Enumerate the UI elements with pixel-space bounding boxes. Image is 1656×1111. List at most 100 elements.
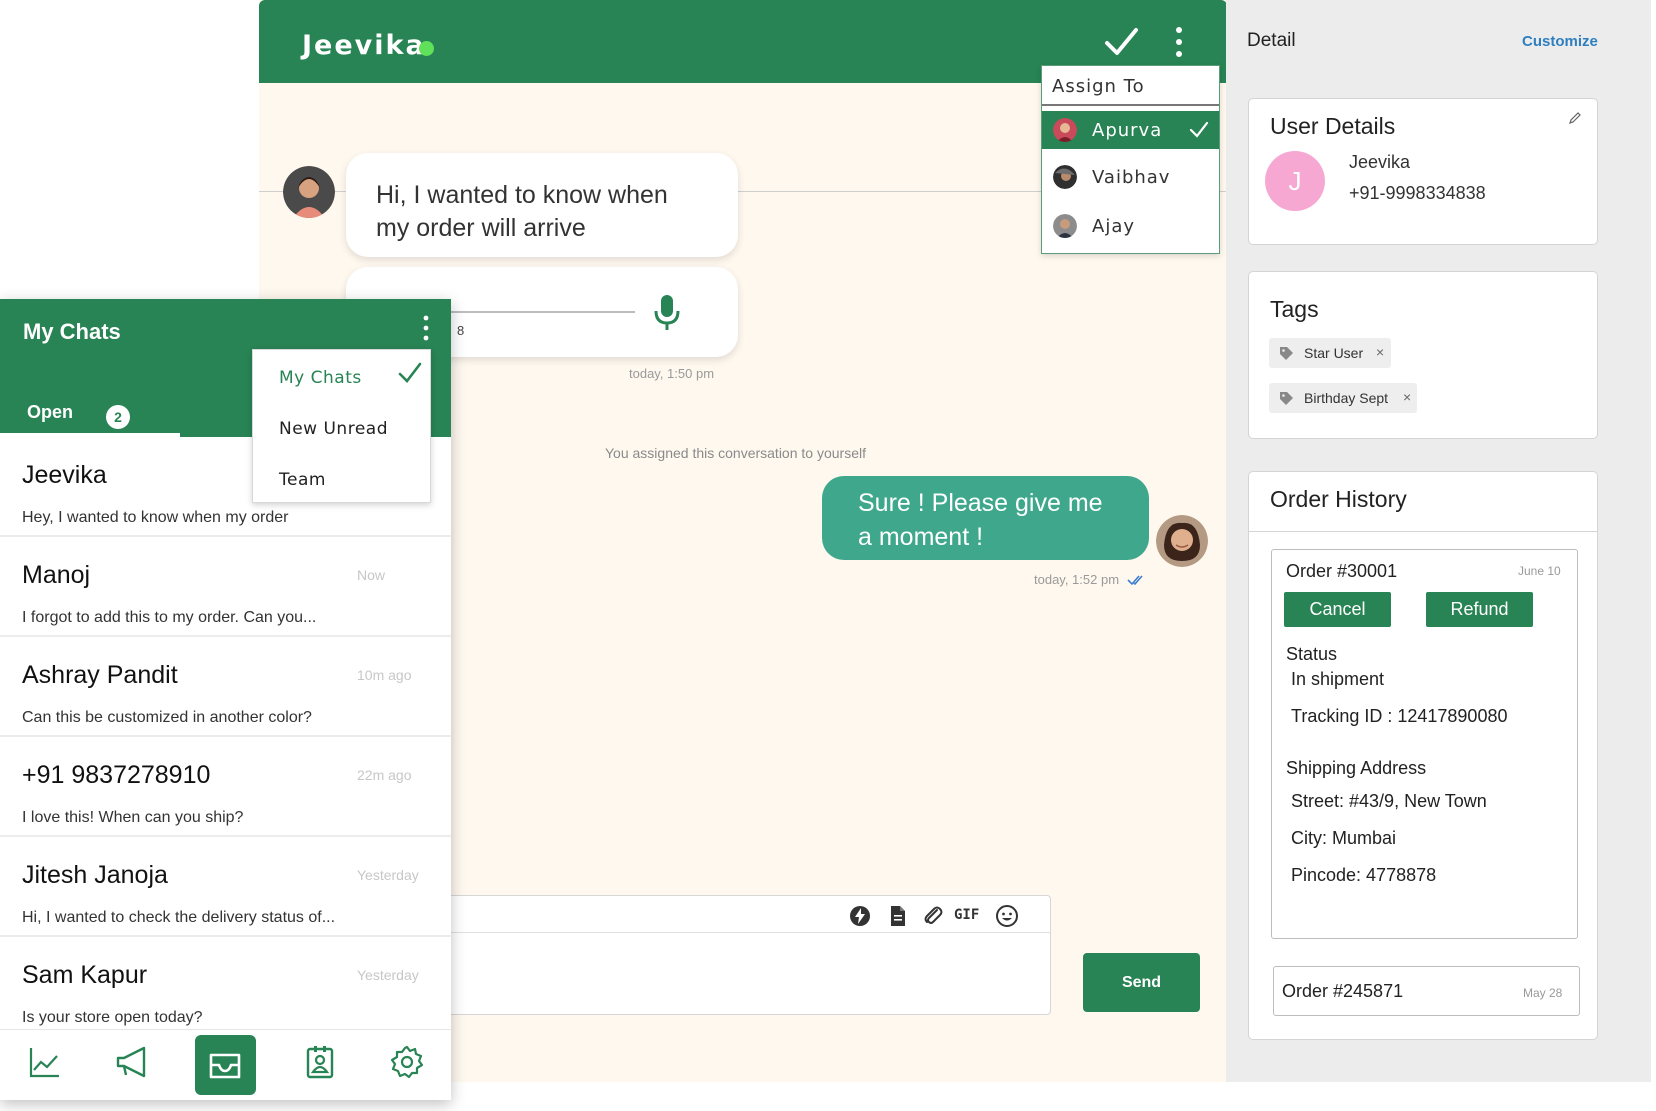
conversation-preview: I love this! When can you ship? bbox=[22, 809, 244, 826]
status-value: In shipment bbox=[1291, 669, 1385, 689]
customize-link[interactable]: Customize bbox=[1522, 33, 1598, 50]
attachment-icon[interactable] bbox=[921, 904, 945, 928]
user-details-card: User Details J Jeevika +91-9998334838 bbox=[1248, 98, 1598, 245]
tab-open[interactable]: Open bbox=[27, 402, 73, 423]
conversation-time: Yesterday bbox=[357, 967, 419, 983]
user-avatar: J bbox=[1265, 151, 1325, 211]
gif-icon[interactable]: GIF bbox=[954, 907, 988, 931]
shipping-address-label: Shipping Address bbox=[1286, 758, 1427, 778]
tags-title: Tags bbox=[1270, 296, 1319, 322]
order-date: May 28 bbox=[1523, 986, 1563, 1000]
conversation-time: 22m ago bbox=[357, 767, 412, 783]
order-history-divider bbox=[1249, 531, 1597, 532]
detail-panel: Detail Customize User Details J Jeevika … bbox=[1226, 0, 1651, 1082]
quick-reply-icon[interactable] bbox=[848, 904, 872, 928]
composer-divider bbox=[449, 932, 1050, 933]
inbox-icon[interactable] bbox=[207, 1047, 243, 1083]
chat-filter-dropdown: My Chats New Unread Team bbox=[252, 349, 431, 503]
address-street: Street: #43/9, New Town bbox=[1291, 791, 1487, 811]
user-phone: +91-9998334838 bbox=[1349, 183, 1486, 203]
system-notice: You assigned this conversation to yourse… bbox=[605, 445, 866, 461]
status-label: Status bbox=[1286, 644, 1338, 664]
edit-pencil-icon[interactable] bbox=[1568, 111, 1582, 125]
document-icon[interactable] bbox=[886, 904, 910, 928]
my-chats-title: My Chats bbox=[23, 319, 121, 344]
incoming-message-bubble: Hi, I wanted to know when my order will … bbox=[346, 153, 738, 257]
nav-inbox-active[interactable] bbox=[195, 1035, 256, 1095]
open-count-badge: 2 bbox=[106, 405, 130, 429]
broadcast-icon[interactable] bbox=[114, 1044, 150, 1080]
tag-label: Star User bbox=[1304, 345, 1364, 361]
conversation-preview: Can this be customized in another color? bbox=[22, 709, 312, 726]
assign-title-divider bbox=[1042, 104, 1219, 106]
order-date: June 10 bbox=[1518, 564, 1561, 578]
order-id: Order #30001 bbox=[1286, 561, 1398, 581]
tag-label: Birthday Sept bbox=[1304, 390, 1389, 406]
user-name: Jeevika bbox=[1349, 152, 1411, 172]
order-item[interactable]: Order #245871 May 28 bbox=[1273, 966, 1580, 1016]
conversation-name: Ashray Pandit bbox=[22, 661, 178, 689]
message-timestamp: today, 1:52 pm bbox=[1034, 572, 1120, 587]
contacts-icon[interactable] bbox=[302, 1044, 338, 1080]
contact-name: Jeevika bbox=[302, 30, 426, 61]
conversation-name: Sam Kapur bbox=[22, 961, 148, 989]
conversation-row[interactable]: Jitesh Janoja Yesterday Hi, I wanted to … bbox=[0, 837, 451, 937]
order-history-title: Order History bbox=[1270, 486, 1407, 512]
assign-option-apurva[interactable]: Apurva bbox=[1042, 111, 1219, 149]
conversation-row[interactable]: Ashray Pandit 10m ago Can this be custom… bbox=[0, 637, 451, 737]
remove-tag-button[interactable]: × bbox=[1403, 389, 1411, 405]
assign-option-vaibhav[interactable]: Vaibhav bbox=[1042, 158, 1219, 196]
order-item: Order #30001 June 10 Cancel Refund Statu… bbox=[1271, 549, 1578, 939]
selected-check-icon bbox=[398, 362, 422, 383]
address-pincode: Pincode: 4778878 bbox=[1291, 865, 1437, 885]
conversation-row[interactable]: +91 9837278910 22m ago I love this! When… bbox=[0, 737, 451, 837]
order-history-card: Order History Order #30001 June 10 Cance… bbox=[1248, 471, 1598, 1040]
message-composer[interactable]: GIF bbox=[448, 895, 1051, 1015]
tag-chip: Birthday Sept × bbox=[1269, 383, 1417, 413]
conversation-time: Yesterday bbox=[357, 867, 419, 883]
conversation-row[interactable]: Sam Kapur Yesterday Is your store open t… bbox=[0, 937, 451, 1029]
conversation-name: Manoj bbox=[22, 561, 91, 589]
resolve-check-icon[interactable] bbox=[1101, 22, 1141, 62]
selected-check-icon bbox=[1189, 121, 1209, 138]
agent-mini-avatar bbox=[1053, 118, 1077, 142]
tag-icon bbox=[1280, 392, 1293, 405]
conversation-preview: I forgot to add this to my order. Can yo… bbox=[22, 609, 317, 626]
filter-option-new-unread[interactable]: New Unread bbox=[279, 419, 388, 439]
double-check-read-icon bbox=[1127, 575, 1143, 586]
assign-to-title: Assign To bbox=[1052, 76, 1145, 97]
filter-option-my-chats[interactable]: My Chats bbox=[279, 368, 362, 388]
agent-mini-avatar bbox=[1053, 214, 1077, 238]
conversation-name: Jitesh Janoja bbox=[22, 861, 168, 889]
conversation-preview: Is your store open today? bbox=[22, 1009, 203, 1026]
detail-panel-title: Detail bbox=[1247, 30, 1296, 51]
tags-card: Tags Star User × Birthday Sept × bbox=[1248, 271, 1598, 439]
tag-chip: Star User × bbox=[1269, 338, 1391, 368]
assign-option-label: Ajay bbox=[1092, 216, 1135, 237]
bottom-navigation bbox=[0, 1029, 451, 1100]
conversation-preview: Hey, I wanted to know when my order bbox=[22, 509, 289, 526]
microphone-icon[interactable] bbox=[652, 293, 682, 333]
assign-option-label: Vaibhav bbox=[1092, 167, 1171, 188]
assign-to-dropdown: Assign To Apurva Vaibhav Ajay bbox=[1041, 65, 1220, 254]
assign-option-ajay[interactable]: Ajay bbox=[1042, 207, 1219, 245]
remove-tag-button[interactable]: × bbox=[1376, 344, 1384, 360]
tracking-id: Tracking ID : 12417890080 bbox=[1291, 706, 1508, 726]
more-options-icon[interactable] bbox=[419, 314, 433, 342]
assign-option-label: Apurva bbox=[1092, 120, 1163, 141]
order-id: Order #245871 bbox=[1282, 981, 1404, 1001]
conversation-preview: Hi, I wanted to check the delivery statu… bbox=[22, 909, 336, 926]
cancel-order-button[interactable]: Cancel bbox=[1284, 592, 1391, 627]
send-button[interactable]: Send bbox=[1083, 953, 1200, 1012]
refund-order-button[interactable]: Refund bbox=[1426, 592, 1533, 627]
analytics-icon[interactable] bbox=[27, 1044, 63, 1080]
emoji-icon[interactable] bbox=[995, 904, 1019, 928]
agent-mini-avatar bbox=[1053, 165, 1077, 189]
conversation-row[interactable]: Manoj Now I forgot to add this to my ord… bbox=[0, 537, 451, 637]
filter-option-team[interactable]: Team bbox=[279, 470, 326, 490]
more-options-icon[interactable] bbox=[1169, 24, 1189, 60]
customer-avatar bbox=[283, 166, 335, 218]
my-chats-panel: My Chats Open 2 Jeevika Hey, I wanted to… bbox=[0, 299, 451, 1100]
settings-icon[interactable] bbox=[389, 1044, 425, 1080]
online-status-dot bbox=[419, 41, 434, 56]
